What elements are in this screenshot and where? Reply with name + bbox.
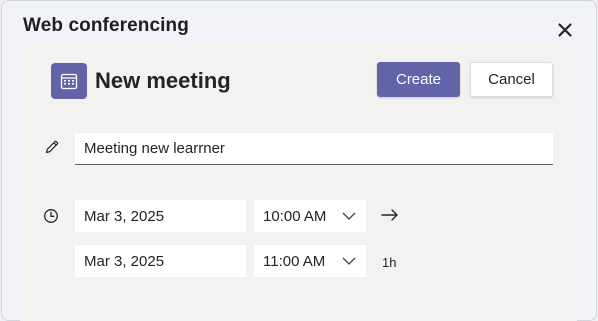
chevron-down-icon — [342, 257, 356, 265]
start-time-value: 10:00 AM — [263, 207, 327, 225]
start-date-picker[interactable]: Mar 3, 2025 — [75, 200, 246, 232]
close-button[interactable] — [555, 20, 575, 40]
end-time-value: 11:00 AM — [263, 252, 326, 270]
page-title: New meeting — [95, 68, 231, 93]
cancel-button[interactable]: Cancel — [470, 62, 553, 97]
start-time-dropdown[interactable]: 10:00 AM — [254, 200, 366, 232]
chevron-down-icon — [342, 212, 356, 220]
create-button[interactable]: Create — [377, 62, 460, 97]
end-date-picker[interactable]: Mar 3, 2025 — [75, 245, 246, 277]
new-meeting-panel: New meeting Create Cancel Mar 3, 2025 10… — [20, 44, 577, 321]
start-date-value: Mar 3, 2025 — [84, 207, 165, 225]
duration-label: 1h — [382, 255, 397, 270]
calendar-icon — [51, 63, 87, 99]
pencil-icon — [45, 140, 59, 154]
clock-icon — [44, 209, 58, 223]
dialog-title: Web conferencing — [23, 15, 189, 36]
end-date-value: Mar 3, 2025 — [84, 252, 165, 270]
close-icon — [558, 23, 572, 37]
end-time-dropdown[interactable]: 11:00 AM — [254, 245, 366, 277]
meeting-title-input[interactable] — [75, 133, 553, 165]
arrow-right-icon — [381, 209, 398, 221]
